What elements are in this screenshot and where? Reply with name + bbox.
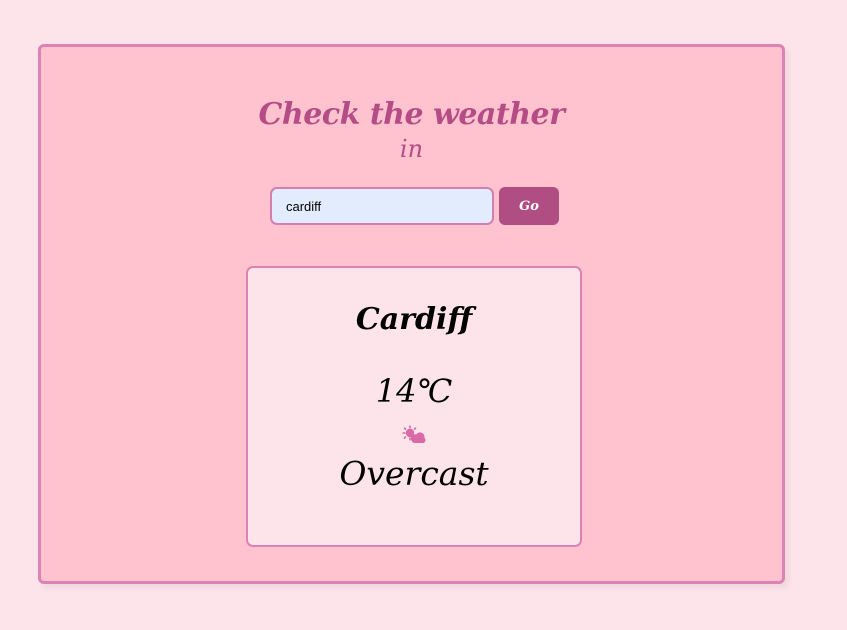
weather-result-card: Cardiff 14℃ Overcast xyxy=(246,266,582,547)
city-name: Cardiff xyxy=(355,302,473,337)
go-button[interactable]: Go xyxy=(499,187,559,225)
temperature: 14℃ xyxy=(375,372,453,410)
search-form: Go xyxy=(270,187,559,225)
sun-behind-cloud-icon xyxy=(401,425,427,445)
weather-condition: Overcast xyxy=(339,454,489,493)
page-subtitle: in xyxy=(399,135,424,163)
page-title: Check the weather xyxy=(258,97,565,132)
weather-app-card: Check the weather in Go Cardiff 14℃ xyxy=(38,44,785,584)
city-search-input[interactable] xyxy=(270,187,494,225)
